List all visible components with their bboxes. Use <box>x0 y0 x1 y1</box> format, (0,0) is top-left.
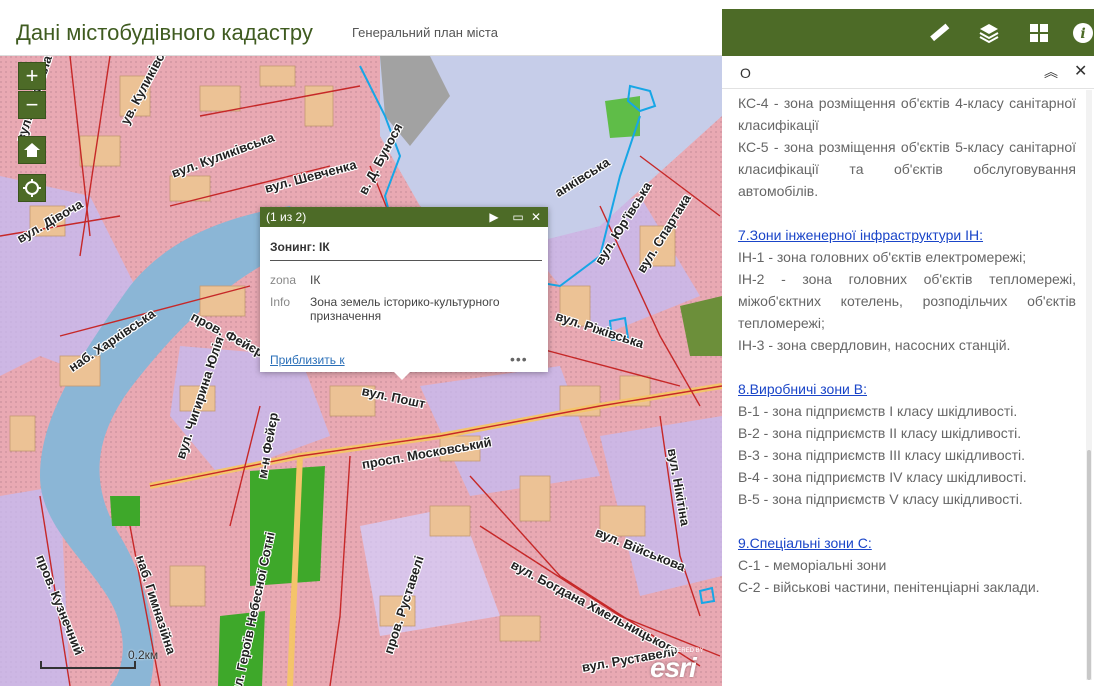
field-value: ІК <box>310 273 321 287</box>
collapse-icon[interactable]: ︽ <box>1044 62 1058 82</box>
scale-bar <box>40 661 136 669</box>
legend-text: В-4 - зона підприємств IV класу шкідливо… <box>738 469 1027 485</box>
popup-pointer <box>394 372 410 380</box>
toolbar: i <box>722 9 1094 57</box>
section-link[interactable]: 9.Спеціальні зони С: <box>738 535 872 551</box>
toolbar-top-strip <box>722 0 1094 9</box>
about-panel: О ︽ ✕ КС-4 - зона розміщення об'єктів 4-… <box>722 56 1094 686</box>
legend-text: ІН-2 - зона головних об'єктів тепломереж… <box>738 271 1076 331</box>
scale-label: 0.2км <box>128 648 159 662</box>
field-value: Зона земель історико-культурного признач… <box>310 295 500 323</box>
legend-text: В-3 - зона підприємств III класу шкідлив… <box>738 447 1026 463</box>
popup-header: (1 из 2) ▶ ▭ ✕ <box>260 207 548 227</box>
home-icon <box>24 143 40 157</box>
legend-text: КС-5 - зона розміщення об'єктів 5-класу … <box>738 139 1076 199</box>
panel-content: КС-4 - зона розміщення об'єктів 4-класу … <box>738 92 1076 686</box>
legend-text: ІН-3 - зона свердловин, насосних станцій… <box>738 337 1011 353</box>
app-title: Дані містобудівного кадастру <box>16 20 313 45</box>
esri-logo: esri <box>650 652 697 683</box>
layers-icon[interactable] <box>974 18 1004 48</box>
popup-counter: (1 из 2) <box>266 210 307 224</box>
feature-popup: (1 из 2) ▶ ▭ ✕ Зонинг: ІК zona ІК Info З… <box>260 207 548 380</box>
zoom-to-link[interactable]: Приблизить к <box>270 353 345 367</box>
locate-button[interactable] <box>18 174 46 202</box>
app-subtitle: Генеральний план міста <box>352 25 498 40</box>
zoom-in-button[interactable]: + <box>18 62 46 90</box>
more-actions-button[interactable]: ••• <box>510 351 528 367</box>
divider <box>270 260 542 261</box>
locate-icon <box>23 179 41 197</box>
legend-text: В-2 - зона підприємств II класу шкідливо… <box>738 425 1022 441</box>
panel-header: О ︽ ✕ <box>722 56 1094 89</box>
legend-text: В-1 - зона підприємств I класу шкідливос… <box>738 403 1018 419</box>
zoom-out-button[interactable]: − <box>18 91 46 119</box>
field-key: zona <box>270 273 297 287</box>
panel-title: О <box>740 65 751 81</box>
app-header: Дані містобудівного кадастру Генеральний… <box>0 0 722 56</box>
popup-title: Зонинг: ІК <box>270 240 330 254</box>
close-panel-icon[interactable]: ✕ <box>1074 61 1087 81</box>
field-key: Info <box>270 295 291 309</box>
section-link[interactable]: 8.Виробничі зони В: <box>738 381 867 397</box>
basemap-grid-icon[interactable] <box>1024 18 1054 48</box>
legend-text: С-2 - військові частини, пенітенціарні з… <box>738 579 1040 595</box>
legend-text: ІН-1 - зона головних об'єктів електромер… <box>738 249 1027 265</box>
svg-text:i: i <box>1080 26 1085 42</box>
legend-text: С-1 - меморіальні зони <box>738 557 887 573</box>
info-icon[interactable]: i <box>1068 18 1094 48</box>
ruler-icon[interactable] <box>924 18 954 48</box>
scrollbar-thumb[interactable] <box>1087 450 1091 680</box>
legend-text: В-5 - зона підприємств V класу шкідливос… <box>738 491 1023 507</box>
next-feature-icon[interactable]: ▶ <box>486 207 502 227</box>
close-icon[interactable]: ✕ <box>528 207 544 227</box>
section-link[interactable]: 7.Зони інженерної інфраструктури ІН: <box>738 227 983 243</box>
legend-text: КС-4 - зона розміщення об'єктів 4-класу … <box>738 95 1076 133</box>
home-button[interactable] <box>18 136 46 164</box>
maximize-icon[interactable]: ▭ <box>510 207 526 227</box>
